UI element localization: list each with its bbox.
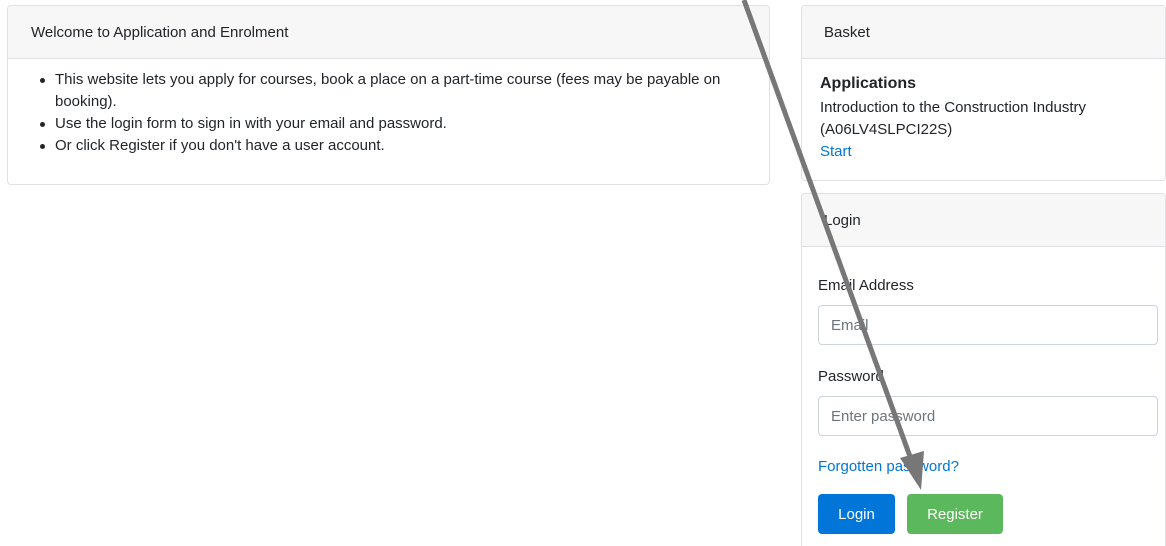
welcome-bullet-list: This website lets you apply for courses,… [8, 59, 769, 157]
applications-heading: Applications [820, 75, 917, 92]
welcome-card: Welcome to Application and Enrolment Thi… [7, 5, 770, 185]
login-button[interactable]: Login [818, 494, 895, 534]
start-application-link[interactable]: Start [820, 141, 1147, 163]
application-enrolment-page: Welcome to Application and Enrolment Thi… [0, 0, 1166, 546]
login-card: Login Email Address Password Forgotten p… [801, 193, 1166, 546]
register-button[interactable]: Register [907, 494, 1003, 534]
welcome-bullet: Or click Register if you don't have a us… [40, 135, 730, 157]
welcome-bullet: This website lets you apply for courses,… [40, 69, 730, 113]
basket-card-body: Applications Introduction to the Constru… [802, 59, 1165, 163]
forgotten-password-link[interactable]: Forgotten password? [818, 456, 1157, 478]
basket-card-title: Basket [802, 6, 1165, 59]
welcome-card-title: Welcome to Application and Enrolment [8, 6, 769, 59]
email-label: Email Address [818, 277, 914, 294]
login-card-title: Login [802, 194, 1165, 247]
email-field[interactable] [818, 305, 1158, 345]
login-button-row: Login Register [818, 494, 1157, 534]
password-label: Password [818, 368, 884, 385]
login-form: Email Address Password Forgotten passwor… [802, 247, 1165, 534]
application-course-name: Introduction to the Construction Industr… [820, 99, 1086, 138]
password-field[interactable] [818, 396, 1158, 436]
welcome-bullet: Use the login form to sign in with your … [40, 113, 730, 135]
basket-card: Basket Applications Introduction to the … [801, 5, 1166, 181]
